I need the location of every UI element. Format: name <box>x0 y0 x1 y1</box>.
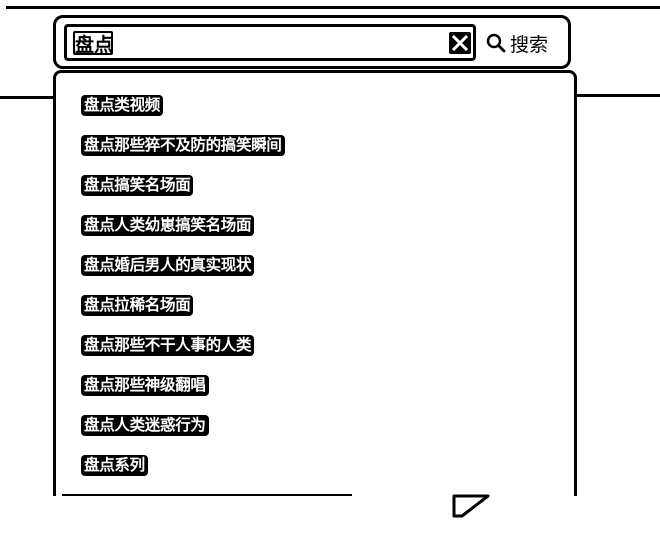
corner-fragment <box>452 492 492 522</box>
suggestion-item[interactable]: 盘点拉稀名场面 <box>81 295 194 321</box>
suggestion-item[interactable]: 盘点那些不干人事的人类 <box>81 335 255 361</box>
suggestion-label: 盘点搞笑名场面 <box>81 175 194 196</box>
page-divider-right <box>575 94 660 97</box>
suggestion-label: 盘点那些猝不及防的搞笑瞬间 <box>81 135 285 156</box>
suggestion-item[interactable]: 盘点类视频 <box>81 95 164 121</box>
search-input[interactable] <box>71 30 415 56</box>
suggestion-item[interactable]: 盘点人类迷惑行为 <box>81 415 209 441</box>
suggestion-label: 盘点拉稀名场面 <box>81 295 194 316</box>
suggestion-item[interactable]: 盘点搞笑名场面 <box>81 175 194 201</box>
suggestion-item[interactable]: 盘点那些神级翻唱 <box>81 375 209 401</box>
suggestion-label: 盘点类视频 <box>81 95 164 116</box>
page-divider-left <box>0 96 58 99</box>
header-divider <box>6 6 660 9</box>
dropdown-bottom-edge <box>62 494 352 496</box>
suggestion-item[interactable]: 盘点系列 <box>81 455 148 481</box>
suggestion-dropdown: 盘点类视频 盘点那些猝不及防的搞笑瞬间 盘点搞笑名场面 盘点人类幼崽搞笑名场面 … <box>53 70 577 496</box>
suggestion-item[interactable]: 盘点婚后男人的真实现状 <box>81 255 255 281</box>
close-icon[interactable] <box>449 32 471 54</box>
magnifier-icon <box>486 33 506 53</box>
suggestion-label: 盘点人类幼崽搞笑名场面 <box>81 215 255 236</box>
suggestion-label: 盘点系列 <box>81 455 148 476</box>
search-button-label: 搜索 <box>510 33 549 56</box>
suggestion-label: 盘点人类迷惑行为 <box>81 415 209 436</box>
search-page: 搜索 盘点类视频 盘点那些猝不及防的搞笑瞬间 盘点搞笑名场面 盘点人类幼崽搞笑名… <box>0 0 660 535</box>
search-field[interactable] <box>64 24 476 61</box>
suggestion-label: 盘点那些神级翻唱 <box>81 375 209 396</box>
suggestion-item[interactable]: 盘点人类幼崽搞笑名场面 <box>81 215 255 241</box>
search-button[interactable]: 搜索 <box>486 26 566 60</box>
suggestion-item[interactable]: 盘点那些猝不及防的搞笑瞬间 <box>81 135 285 161</box>
search-bar: 搜索 <box>53 15 571 69</box>
suggestion-label: 盘点婚后男人的真实现状 <box>81 255 255 276</box>
suggestion-label: 盘点那些不干人事的人类 <box>81 335 255 356</box>
